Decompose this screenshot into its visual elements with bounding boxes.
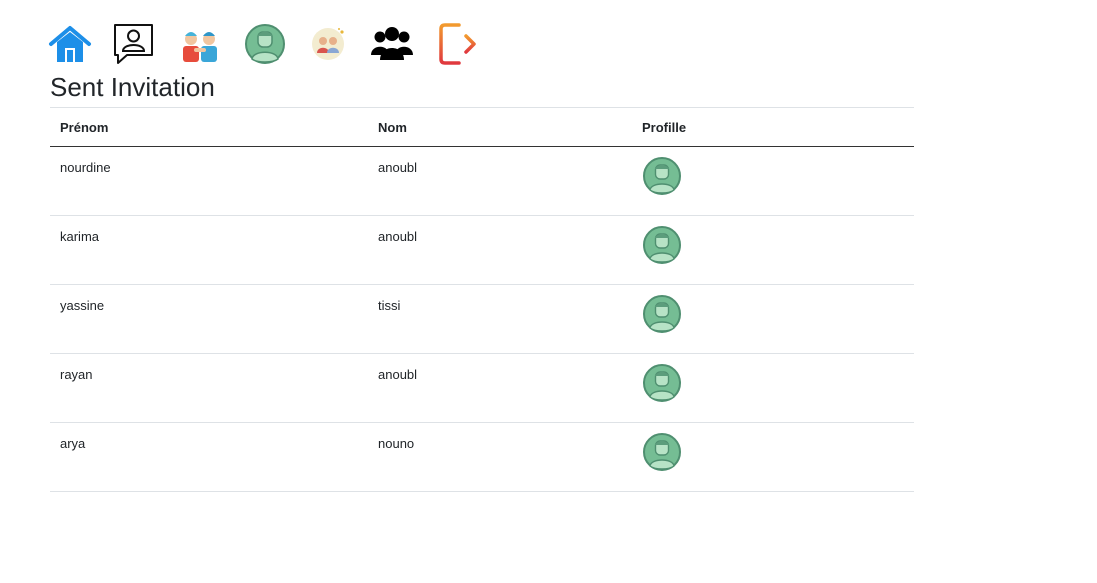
- logout-icon[interactable]: [437, 22, 481, 66]
- column-header-last-name: Nom: [368, 107, 632, 147]
- last-name-cell: nouno: [378, 436, 415, 451]
- avatar-icon[interactable]: [642, 156, 682, 196]
- first-name-cell: nourdine: [60, 160, 111, 175]
- table-row: yassine tissi: [50, 284, 914, 354]
- table-row: arya nouno: [50, 422, 914, 492]
- avatar-icon[interactable]: [642, 225, 682, 265]
- table-row: rayan anoubl: [50, 353, 914, 423]
- top-nav: [48, 22, 488, 66]
- group-icon[interactable]: [370, 22, 414, 66]
- table-header-row: Prénom Nom Profille: [50, 107, 914, 147]
- avatar-icon[interactable]: [642, 294, 682, 334]
- column-header-first-name: Prénom: [50, 107, 368, 147]
- contact-card-icon[interactable]: [112, 22, 156, 66]
- friends-icon[interactable]: [179, 22, 223, 66]
- couple-icon[interactable]: [307, 22, 351, 66]
- table-row: karima anoubl: [50, 215, 914, 285]
- profile-avatar-icon[interactable]: [243, 22, 287, 66]
- last-name-cell: tissi: [378, 298, 401, 313]
- home-icon[interactable]: [48, 22, 92, 66]
- last-name-cell: anoubl: [378, 160, 418, 175]
- table-row: nourdine anoubl: [50, 146, 914, 216]
- invitations-table: Prénom Nom Profille nourdine anoubl kari…: [50, 107, 914, 492]
- last-name-cell: anoubl: [378, 229, 418, 244]
- avatar-icon[interactable]: [642, 432, 682, 472]
- first-name-cell: arya: [60, 436, 86, 451]
- last-name-cell: anoubl: [378, 367, 418, 382]
- first-name-cell: yassine: [60, 298, 105, 313]
- avatar-icon[interactable]: [642, 363, 682, 403]
- first-name-cell: rayan: [60, 367, 93, 382]
- page-title: Sent Invitation: [50, 72, 215, 102]
- first-name-cell: karima: [60, 229, 100, 244]
- column-header-profile: Profille: [632, 107, 914, 147]
